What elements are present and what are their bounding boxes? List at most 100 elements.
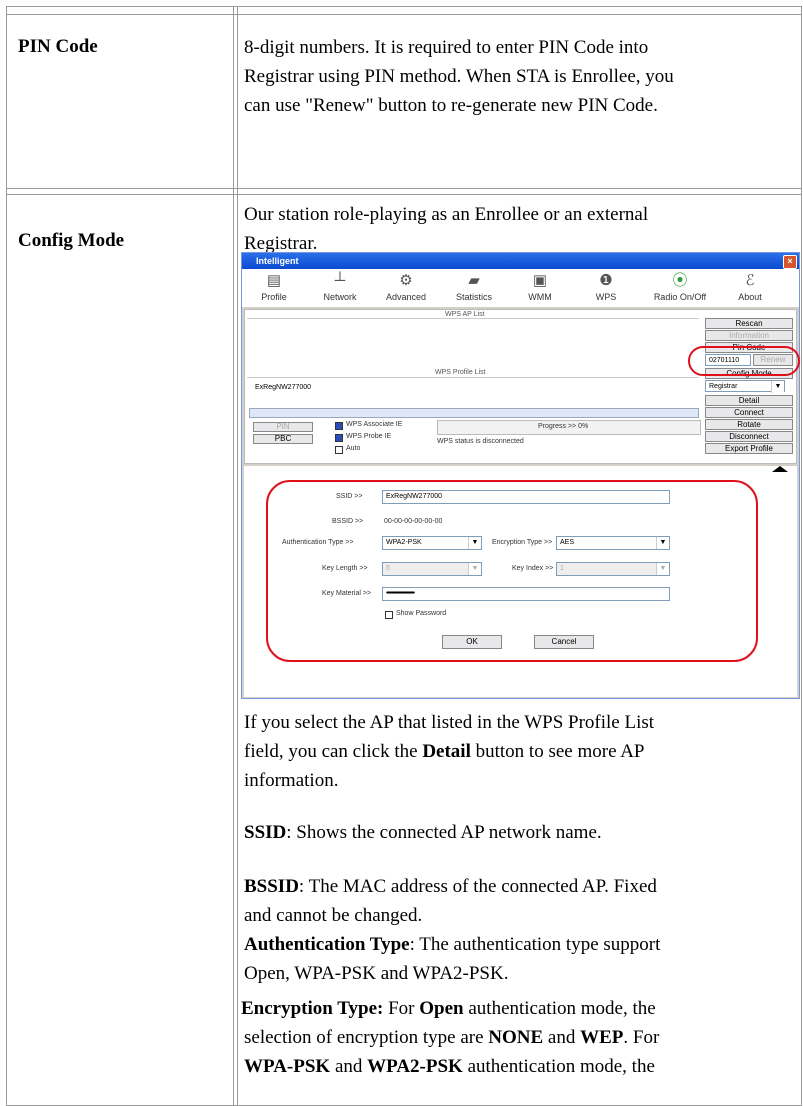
gears-icon: ⚙ <box>399 272 413 289</box>
wps-ap-list-title: WPS AP List <box>445 311 485 318</box>
enc-l3c: WPA2-PSK <box>367 1056 463 1077</box>
profile-list-entry[interactable]: ExRegNW277000 <box>255 384 311 391</box>
manual-page: PIN Code 8-digit numbers. It is required… <box>0 0 803 1106</box>
chevron-down-icon: ▼ <box>771 381 784 393</box>
detail-explanation-line-3: information. <box>244 770 339 791</box>
tab-network[interactable]: ┴ Network <box>310 269 370 302</box>
wps-probe-label: WPS Probe IE <box>346 433 392 440</box>
enc-l3a: WPA-PSK <box>244 1056 331 1077</box>
auth-desc-1: : The authentication type support <box>409 934 661 955</box>
wps-status-text: WPS status is disconnected <box>437 438 524 445</box>
detail-explanation-detail-term: Detail <box>422 741 471 762</box>
table-column-divider <box>233 6 234 1106</box>
progress-bar: Progress >> 0% <box>437 420 701 435</box>
tab-radio-on-off[interactable]: ⦿ Radio On/Off <box>642 269 718 302</box>
export-profile-button[interactable]: Export Profile <box>705 443 793 454</box>
pin-code-description: 8-digit numbers. It is required to enter… <box>244 33 792 120</box>
enc-l2d: WEP <box>580 1027 624 1048</box>
ssid-desc: : Shows the connected AP network name. <box>286 822 602 843</box>
config-mode-select[interactable]: Registrar ▼ <box>705 380 785 393</box>
close-icon[interactable]: × <box>783 255 797 269</box>
pin-code-line-2: Registrar using PIN method. When STA is … <box>244 66 674 87</box>
pin-code-line-1: 8-digit numbers. It is required to enter… <box>244 37 649 58</box>
horizontal-scrollbar[interactable] <box>249 408 699 418</box>
row-label-config-mode: Config Mode <box>18 230 125 251</box>
wps-icon: ❶ <box>599 272 613 289</box>
tab-profile[interactable]: ▤ Profile <box>244 269 304 302</box>
wmm-icon: ▣ <box>532 272 548 289</box>
table-row-divider-inner <box>6 194 802 195</box>
wps-ap-list[interactable] <box>247 318 699 363</box>
information-button[interactable]: Information <box>705 330 793 341</box>
tab-wps[interactable]: ❶ WPS <box>576 269 636 302</box>
detail-explanation-line-2b: button to see more AP <box>470 741 645 762</box>
wps-profile-list-title: WPS Profile List <box>435 369 486 376</box>
disconnect-button[interactable]: Disconnect <box>705 431 793 442</box>
rotate-button[interactable]: Rotate <box>705 419 793 430</box>
progress-text: Progress >> 0% <box>538 423 589 430</box>
pbc-button[interactable]: PBC <box>253 434 313 444</box>
enc-l1a: For <box>383 998 420 1019</box>
enc-l2c: and <box>543 1027 581 1048</box>
bssid-desc-2: and cannot be changed. <box>244 905 423 926</box>
bssid-term: BSSID <box>244 876 299 897</box>
auto-label: Auto <box>346 445 361 452</box>
tab-wmm-label: WMM <box>528 292 552 302</box>
wps-panel: WPS AP List WPS Profile List ExRegNW2770… <box>244 309 797 464</box>
auth-term: Authentication Type <box>244 934 410 955</box>
wps-associate-checkbox[interactable] <box>335 422 343 430</box>
tab-wmm[interactable]: ▣ WMM <box>510 269 570 302</box>
config-mode-intro-text: Our station role-playing as an Enrollee … <box>244 200 792 258</box>
row-label-pin-code: PIN Code <box>18 36 98 57</box>
tab-about-label: About <box>738 292 762 302</box>
config-mode-value: Registrar <box>709 383 738 390</box>
toolbar: ▤ Profile ┴ Network ⚙ Advanced ▰ Statistics … <box>242 269 799 307</box>
collapse-arrow-icon[interactable] <box>772 466 788 472</box>
config-intro-line-1: Our station role-playing as an Enrollee … <box>244 204 649 225</box>
tab-statistics[interactable]: ▰ Statistics <box>444 269 504 302</box>
detail-explanation-line-1: If you select the AP that listed in the … <box>244 712 655 733</box>
encryption-definition: Encryption Type: For Open authentication… <box>241 994 793 1081</box>
ssid-definition: SSID: Shows the connected AP network nam… <box>244 818 792 847</box>
wps-associate-label: WPS Associate IE <box>346 421 403 428</box>
table-top-rule <box>6 14 802 15</box>
radio-icon: ⦿ <box>672 272 688 289</box>
tab-about[interactable]: ℰ About <box>720 269 780 302</box>
tab-profile-label: Profile <box>261 292 287 302</box>
detail-button[interactable]: Detail <box>705 395 793 406</box>
tab-advanced[interactable]: ⚙ Advanced <box>376 269 436 302</box>
ssid-term: SSID <box>244 822 287 843</box>
bssid-desc-1: : The MAC address of the connected AP. F… <box>298 876 657 897</box>
enc-term: Encryption Type: <box>241 998 384 1019</box>
detail-explanation-line-2a: field, you can click the <box>244 741 423 762</box>
tab-radio-label: Radio On/Off <box>653 292 707 302</box>
auto-checkbox[interactable] <box>335 446 343 454</box>
profile-icon: ▤ <box>266 272 282 289</box>
about-icon: ℰ <box>745 272 755 289</box>
detail-explanation: If you select the AP that listed in the … <box>244 708 792 795</box>
tab-network-label: Network <box>323 292 357 302</box>
connect-button[interactable]: Connect <box>705 407 793 418</box>
detail-highlight-oval <box>688 346 800 376</box>
enc-l1b: Open <box>419 998 464 1019</box>
table-row-divider <box>6 188 802 189</box>
rescan-button[interactable]: Rescan <box>705 318 793 329</box>
tab-wps-label: WPS <box>595 292 617 302</box>
detail-panel-highlight-oval <box>266 480 758 662</box>
network-icon: ┴ <box>334 272 346 289</box>
statistics-icon: ▰ <box>468 272 480 289</box>
table-column-divider-inner <box>237 6 238 1106</box>
wps-profile-list[interactable]: ExRegNW277000 <box>247 377 699 418</box>
tab-statistics-label: Statistics <box>455 292 492 302</box>
tab-advanced-label: Advanced <box>385 292 427 302</box>
pin-button[interactable]: PIN <box>253 422 313 432</box>
bssid-definition: BSSID: The MAC address of the connected … <box>244 872 792 988</box>
enc-l3b: and <box>330 1056 368 1077</box>
enc-l2e: . For <box>623 1027 660 1048</box>
enc-l2a: selection of encryption type are <box>244 1027 489 1048</box>
detail-explanation-line-2: field, you can click the Detail button t… <box>244 737 792 766</box>
window-titlebar: Intelligent × <box>242 253 799 269</box>
enc-l3d: authentication mode, the <box>462 1056 655 1077</box>
wps-probe-checkbox[interactable] <box>335 434 343 442</box>
enc-l1c: authentication mode, the <box>463 998 656 1019</box>
